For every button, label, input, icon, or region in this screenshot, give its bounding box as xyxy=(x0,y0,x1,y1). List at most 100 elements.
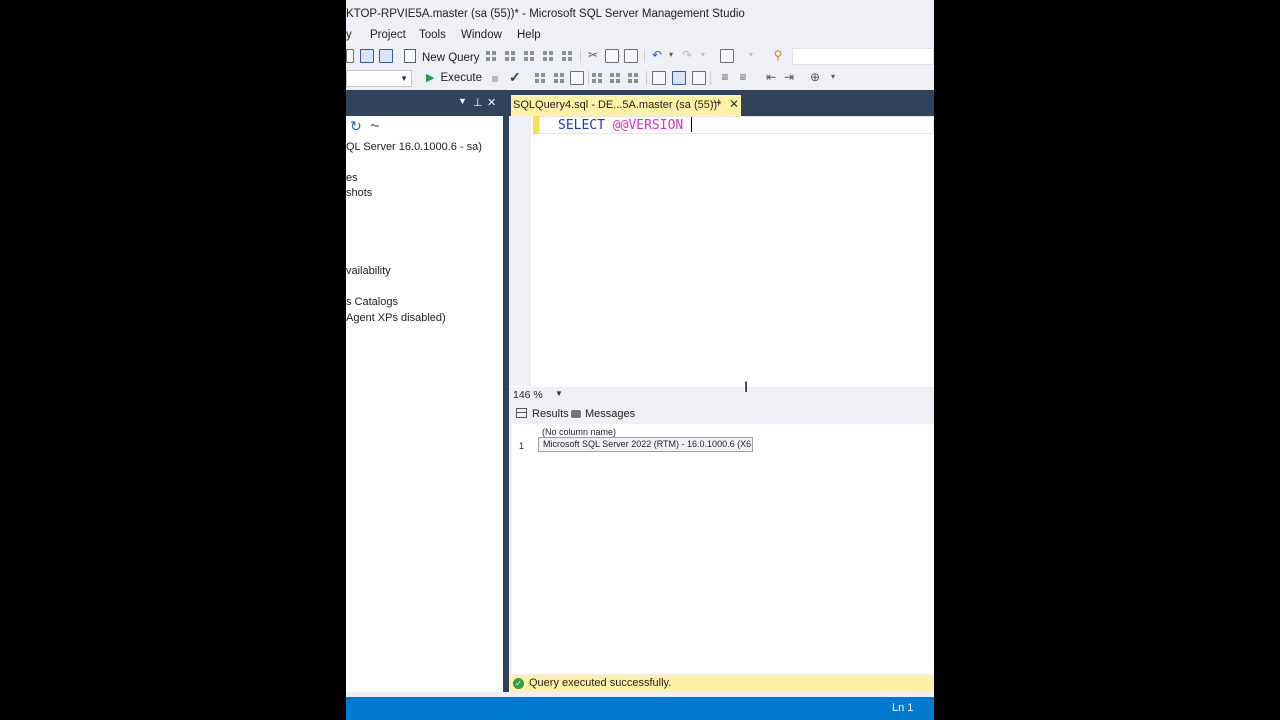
standard-toolbar: New Query ✂ ↶ ▾ ↷ ▾ ▾ ⚲ xyxy=(346,45,934,67)
editor-zoom-bar: 146 % ▼ xyxy=(509,387,934,403)
window-title: KTOP-RPVIE5A.master (sa (55))* - Microso… xyxy=(346,8,745,20)
tab-sqlquery4[interactable]: SQLQuery4.sql - DE...5A.master (sa (55))… xyxy=(511,95,741,116)
execute-label: Execute xyxy=(440,72,483,84)
pin-icon[interactable]: ⊣ xyxy=(711,98,720,109)
stop-icon[interactable] xyxy=(492,76,498,82)
analysis-mdx-query-icon[interactable] xyxy=(503,49,517,63)
uncomment-lines-icon[interactable]: ≡ xyxy=(736,70,750,84)
tree-node-snapshots[interactable]: shots xyxy=(346,187,372,199)
tab-results-label: Results xyxy=(532,408,569,420)
tree-node-always-on[interactable]: vailability xyxy=(346,265,391,277)
decrease-indent-icon[interactable]: ⇤ xyxy=(764,70,778,84)
sql-editor-toolbar: ▼ ▶ Execute ✓ ≡ ≡ ⇤ ⇥ ⊕ ▾ xyxy=(346,67,934,89)
menu-help[interactable]: Help xyxy=(517,29,541,41)
increase-indent-icon[interactable]: ⇥ xyxy=(782,70,796,84)
result-cell[interactable]: Microsoft SQL Server 2022 (RTM) - 16.0.1… xyxy=(538,437,753,452)
object-explorer-header: ▼ ⊥ ✕ xyxy=(346,90,503,116)
intellisense-icon[interactable] xyxy=(570,71,584,85)
tab-results[interactable]: Results xyxy=(516,408,569,420)
close-icon[interactable]: ✕ xyxy=(487,96,496,109)
analysis-xmla-query-icon[interactable] xyxy=(541,49,555,63)
menu-query[interactable]: y xyxy=(346,29,352,41)
redo-icon[interactable]: ↷ xyxy=(680,48,694,62)
display-estimated-plan-icon[interactable] xyxy=(533,71,547,85)
undo-icon[interactable]: ↶ xyxy=(650,48,664,62)
query-status-message: Query executed successfully. xyxy=(529,677,672,689)
new-query-button[interactable]: New Query xyxy=(404,49,480,64)
results-to-file-icon[interactable] xyxy=(692,71,706,85)
new-query-label: New Query xyxy=(422,52,480,64)
results-to-text-icon[interactable] xyxy=(652,71,666,85)
analysis-dax-query-icon[interactable] xyxy=(560,49,574,63)
cut-icon[interactable]: ✂ xyxy=(586,48,600,62)
menu-project[interactable]: Project xyxy=(370,29,406,41)
text-caret xyxy=(691,117,693,132)
analysis-dmx-query-icon[interactable] xyxy=(522,49,536,63)
toolbar-divider xyxy=(588,71,589,85)
solution-config-dropdown-icon[interactable]: ▾ xyxy=(744,48,758,62)
tree-node-sql-agent[interactable]: Agent XPs disabled) xyxy=(346,312,446,324)
paste-icon[interactable] xyxy=(624,49,638,63)
undo-dropdown-icon[interactable]: ▾ xyxy=(664,48,678,62)
specify-template-values-icon[interactable]: ⊕ xyxy=(808,70,822,84)
tab-messages-label: Messages xyxy=(585,408,636,420)
document-tab-strip: SQLQuery4.sql - DE...5A.master (sa (55))… xyxy=(509,90,934,116)
chevron-down-icon[interactable]: ▼ xyxy=(555,389,563,398)
live-query-stats-icon[interactable] xyxy=(608,71,622,85)
menu-window[interactable]: Window xyxy=(461,29,502,41)
close-icon[interactable]: ✕ xyxy=(729,97,739,111)
query-status-bar: ✓ Query executed successfully. xyxy=(509,675,934,692)
activity-monitor-icon[interactable]: ⏦ xyxy=(370,118,380,133)
window-position-dropdown-icon[interactable]: ▼ xyxy=(458,96,467,106)
save-all-icon[interactable] xyxy=(379,49,393,63)
menu-tools[interactable]: Tools xyxy=(419,29,446,41)
pin-icon[interactable]: ⊥ xyxy=(473,96,483,109)
chevron-down-icon: ▼ xyxy=(400,74,408,83)
app-status-bar: Ln 1 xyxy=(346,697,934,720)
toolbar-overflow-icon[interactable]: ▾ xyxy=(826,70,840,84)
menu-bar: y Project Tools Window Help xyxy=(346,28,934,46)
results-tab-strip: Results Messages xyxy=(512,404,934,424)
column-header[interactable]: (No column name) xyxy=(542,427,616,437)
object-explorer-panel: ▼ ⊥ ✕ ↻ ⏦ QL Server 16.0.1000.6 - sa) es… xyxy=(346,90,503,692)
include-actual-plan-icon[interactable] xyxy=(590,71,604,85)
refresh-icon[interactable]: ↻ xyxy=(350,118,362,135)
title-bar: KTOP-RPVIE5A.master (sa (55))* - Microso… xyxy=(346,0,934,28)
object-explorer-toolbar: ↻ ⏦ xyxy=(346,116,503,136)
tree-node-integration-catalogs[interactable]: s Catalogs xyxy=(346,296,398,308)
ssms-window: KTOP-RPVIE5A.master (sa (55))* - Microso… xyxy=(346,0,934,720)
comment-lines-icon[interactable]: ≡ xyxy=(718,70,732,84)
results-to-grid-icon[interactable] xyxy=(672,71,686,85)
tree-server-node[interactable]: QL Server 16.0.1000.6 - sa) xyxy=(346,141,482,153)
sql-keyword: SELECT xyxy=(558,118,605,133)
tab-label: SQLQuery4.sql - DE...5A.master (sa (55))… xyxy=(513,99,722,111)
editor-gutter xyxy=(509,116,531,386)
query-options-icon[interactable] xyxy=(552,71,566,85)
play-icon: ▶ xyxy=(426,72,435,84)
code-area[interactable]: SELECT @@VERSION xyxy=(509,116,934,386)
row-number[interactable]: 1 xyxy=(519,441,524,451)
save-icon[interactable] xyxy=(360,49,374,63)
tree-node-databases[interactable]: es xyxy=(346,172,358,184)
copy-icon[interactable] xyxy=(605,49,619,63)
execute-button[interactable]: ▶ Execute xyxy=(426,71,482,84)
find-input[interactable] xyxy=(792,48,934,65)
open-icon[interactable] xyxy=(346,49,354,63)
grid-icon xyxy=(516,408,527,418)
redo-dropdown-icon[interactable]: ▾ xyxy=(696,48,710,62)
query-editor: SQLQuery4.sql - DE...5A.master (sa (55))… xyxy=(509,90,934,392)
toolbar-divider xyxy=(646,71,647,85)
zoom-level[interactable]: 146 % xyxy=(513,389,543,401)
code-line[interactable]: SELECT @@VERSION xyxy=(558,117,693,133)
available-databases-select[interactable]: ▼ xyxy=(346,70,412,87)
parse-check-icon[interactable]: ✓ xyxy=(509,69,521,86)
find-in-files-icon[interactable]: ⚲ xyxy=(771,48,785,62)
activity-monitor-icon[interactable] xyxy=(720,49,734,63)
db-engine-query-icon[interactable] xyxy=(484,49,498,63)
new-query-icon xyxy=(404,49,416,63)
line-indicator: Ln 1 xyxy=(892,702,914,714)
client-statistics-icon[interactable] xyxy=(626,71,640,85)
toolbar-divider xyxy=(580,49,581,63)
message-icon xyxy=(571,410,581,418)
tab-messages[interactable]: Messages xyxy=(571,408,635,420)
